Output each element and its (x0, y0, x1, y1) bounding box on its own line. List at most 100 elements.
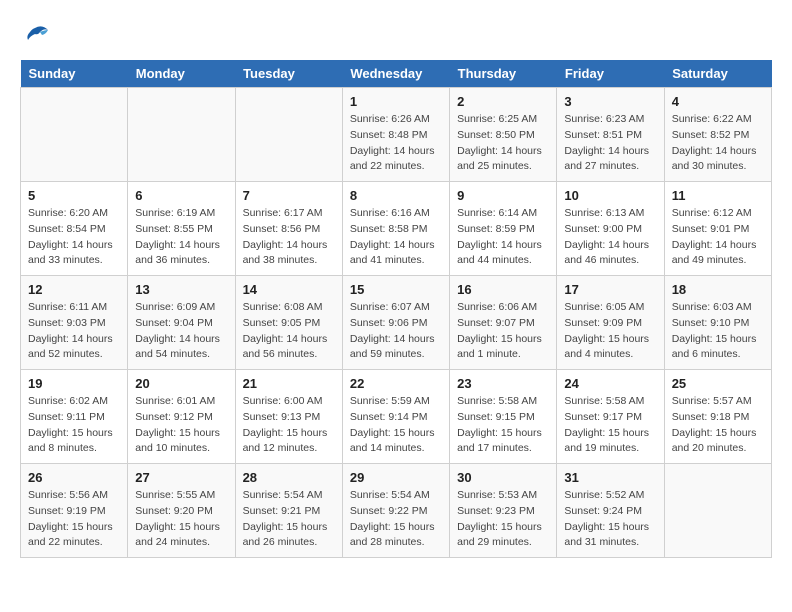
week-row-3: 12 Sunrise: 6:11 AMSunset: 9:03 PMDayligh… (21, 276, 772, 370)
calendar-cell: 22 Sunrise: 5:59 AMSunset: 9:14 PMDayligh… (342, 370, 449, 464)
calendar-cell: 29 Sunrise: 5:54 AMSunset: 9:22 PMDayligh… (342, 464, 449, 558)
weekday-header-thursday: Thursday (450, 60, 557, 88)
day-detail: Sunrise: 5:56 AMSunset: 9:19 PMDaylight:… (28, 488, 120, 551)
calendar-cell: 13 Sunrise: 6:09 AMSunset: 9:04 PMDayligh… (128, 276, 235, 370)
calendar-cell (664, 464, 771, 558)
day-detail: Sunrise: 6:16 AMSunset: 8:58 PMDaylight:… (350, 206, 442, 269)
day-detail: Sunrise: 6:12 AMSunset: 9:01 PMDaylight:… (672, 206, 764, 269)
day-detail: Sunrise: 6:00 AMSunset: 9:13 PMDaylight:… (243, 394, 335, 457)
day-detail: Sunrise: 6:19 AMSunset: 8:55 PMDaylight:… (135, 206, 227, 269)
day-detail: Sunrise: 6:11 AMSunset: 9:03 PMDaylight:… (28, 300, 120, 363)
day-detail: Sunrise: 6:02 AMSunset: 9:11 PMDaylight:… (28, 394, 120, 457)
day-detail: Sunrise: 6:07 AMSunset: 9:06 PMDaylight:… (350, 300, 442, 363)
day-number: 23 (457, 376, 549, 391)
day-number: 27 (135, 470, 227, 485)
day-detail: Sunrise: 5:54 AMSunset: 9:21 PMDaylight:… (243, 488, 335, 551)
weekday-header-row: SundayMondayTuesdayWednesdayThursdayFrid… (21, 60, 772, 88)
weekday-header-monday: Monday (128, 60, 235, 88)
day-number: 15 (350, 282, 442, 297)
day-number: 11 (672, 188, 764, 203)
day-number: 31 (564, 470, 656, 485)
day-number: 26 (28, 470, 120, 485)
calendar-cell: 8 Sunrise: 6:16 AMSunset: 8:58 PMDaylight… (342, 182, 449, 276)
calendar-cell: 31 Sunrise: 5:52 AMSunset: 9:24 PMDayligh… (557, 464, 664, 558)
weekday-header-saturday: Saturday (664, 60, 771, 88)
calendar-cell (235, 88, 342, 182)
day-number: 29 (350, 470, 442, 485)
calendar-cell: 16 Sunrise: 6:06 AMSunset: 9:07 PMDayligh… (450, 276, 557, 370)
calendar-cell: 23 Sunrise: 5:58 AMSunset: 9:15 PMDayligh… (450, 370, 557, 464)
week-row-4: 19Sunrise: 6:02 AMSunset: 9:11 PMDayligh… (21, 370, 772, 464)
calendar-cell: 21 Sunrise: 6:00 AMSunset: 9:13 PMDayligh… (235, 370, 342, 464)
calendar-cell: 20Sunrise: 6:01 AMSunset: 9:12 PMDayligh… (128, 370, 235, 464)
day-detail: Sunrise: 6:06 AMSunset: 9:07 PMDaylight:… (457, 300, 549, 363)
week-row-2: 5Sunrise: 6:20 AMSunset: 8:54 PMDaylight… (21, 182, 772, 276)
weekday-header-wednesday: Wednesday (342, 60, 449, 88)
weekday-header-friday: Friday (557, 60, 664, 88)
day-number: 6 (135, 188, 227, 203)
week-row-5: 26 Sunrise: 5:56 AMSunset: 9:19 PMDayligh… (21, 464, 772, 558)
day-number: 12 (28, 282, 120, 297)
logo (20, 20, 54, 50)
day-detail: Sunrise: 6:26 AMSunset: 8:48 PMDaylight:… (350, 112, 442, 175)
day-detail: Sunrise: 6:25 AMSunset: 8:50 PMDaylight:… (457, 112, 549, 175)
calendar-cell (21, 88, 128, 182)
calendar-cell: 10 Sunrise: 6:13 AMSunset: 9:00 PMDayligh… (557, 182, 664, 276)
calendar-cell: 5Sunrise: 6:20 AMSunset: 8:54 PMDaylight… (21, 182, 128, 276)
day-detail: Sunrise: 6:05 AMSunset: 9:09 PMDaylight:… (564, 300, 656, 363)
day-number: 30 (457, 470, 549, 485)
calendar-cell: 18 Sunrise: 6:03 AMSunset: 9:10 PMDayligh… (664, 276, 771, 370)
day-detail: Sunrise: 5:58 AMSunset: 9:17 PMDaylight:… (564, 394, 656, 457)
calendar-cell: 6 Sunrise: 6:19 AMSunset: 8:55 PMDaylight… (128, 182, 235, 276)
day-number: 13 (135, 282, 227, 297)
logo-icon (20, 20, 50, 50)
day-number: 25 (672, 376, 764, 391)
day-detail: Sunrise: 6:22 AMSunset: 8:52 PMDaylight:… (672, 112, 764, 175)
day-number: 9 (457, 188, 549, 203)
day-detail: Sunrise: 5:55 AMSunset: 9:20 PMDaylight:… (135, 488, 227, 551)
day-number: 18 (672, 282, 764, 297)
day-detail: Sunrise: 6:09 AMSunset: 9:04 PMDaylight:… (135, 300, 227, 363)
day-detail: Sunrise: 6:08 AMSunset: 9:05 PMDaylight:… (243, 300, 335, 363)
day-number: 21 (243, 376, 335, 391)
calendar-cell: 28 Sunrise: 5:54 AMSunset: 9:21 PMDayligh… (235, 464, 342, 558)
day-number: 1 (350, 94, 442, 109)
day-number: 7 (243, 188, 335, 203)
calendar-cell: 24 Sunrise: 5:58 AMSunset: 9:17 PMDayligh… (557, 370, 664, 464)
calendar-cell: 1 Sunrise: 6:26 AMSunset: 8:48 PMDaylight… (342, 88, 449, 182)
calendar-table: SundayMondayTuesdayWednesdayThursdayFrid… (20, 60, 772, 558)
calendar-cell: 12 Sunrise: 6:11 AMSunset: 9:03 PMDayligh… (21, 276, 128, 370)
day-detail: Sunrise: 6:13 AMSunset: 9:00 PMDaylight:… (564, 206, 656, 269)
calendar-cell: 7 Sunrise: 6:17 AMSunset: 8:56 PMDaylight… (235, 182, 342, 276)
calendar-cell: 27 Sunrise: 5:55 AMSunset: 9:20 PMDayligh… (128, 464, 235, 558)
day-detail: Sunrise: 5:52 AMSunset: 9:24 PMDaylight:… (564, 488, 656, 551)
calendar-cell: 3 Sunrise: 6:23 AMSunset: 8:51 PMDaylight… (557, 88, 664, 182)
calendar-cell: 17 Sunrise: 6:05 AMSunset: 9:09 PMDayligh… (557, 276, 664, 370)
day-detail: Sunrise: 6:03 AMSunset: 9:10 PMDaylight:… (672, 300, 764, 363)
day-number: 24 (564, 376, 656, 391)
day-number: 3 (564, 94, 656, 109)
weekday-header-sunday: Sunday (21, 60, 128, 88)
day-number: 16 (457, 282, 549, 297)
calendar-cell: 4 Sunrise: 6:22 AMSunset: 8:52 PMDaylight… (664, 88, 771, 182)
day-detail: Sunrise: 5:54 AMSunset: 9:22 PMDaylight:… (350, 488, 442, 551)
day-number: 28 (243, 470, 335, 485)
day-detail: Sunrise: 5:58 AMSunset: 9:15 PMDaylight:… (457, 394, 549, 457)
day-detail: Sunrise: 6:14 AMSunset: 8:59 PMDaylight:… (457, 206, 549, 269)
day-detail: Sunrise: 6:01 AMSunset: 9:12 PMDaylight:… (135, 394, 227, 457)
week-row-1: 1 Sunrise: 6:26 AMSunset: 8:48 PMDaylight… (21, 88, 772, 182)
weekday-header-tuesday: Tuesday (235, 60, 342, 88)
day-number: 4 (672, 94, 764, 109)
day-number: 17 (564, 282, 656, 297)
day-detail: Sunrise: 5:59 AMSunset: 9:14 PMDaylight:… (350, 394, 442, 457)
day-detail: Sunrise: 6:17 AMSunset: 8:56 PMDaylight:… (243, 206, 335, 269)
day-number: 10 (564, 188, 656, 203)
day-number: 22 (350, 376, 442, 391)
day-number: 8 (350, 188, 442, 203)
day-detail: Sunrise: 5:53 AMSunset: 9:23 PMDaylight:… (457, 488, 549, 551)
day-detail: Sunrise: 6:23 AMSunset: 8:51 PMDaylight:… (564, 112, 656, 175)
calendar-cell: 30 Sunrise: 5:53 AMSunset: 9:23 PMDayligh… (450, 464, 557, 558)
day-number: 5 (28, 188, 120, 203)
calendar-cell: 15 Sunrise: 6:07 AMSunset: 9:06 PMDayligh… (342, 276, 449, 370)
day-number: 14 (243, 282, 335, 297)
